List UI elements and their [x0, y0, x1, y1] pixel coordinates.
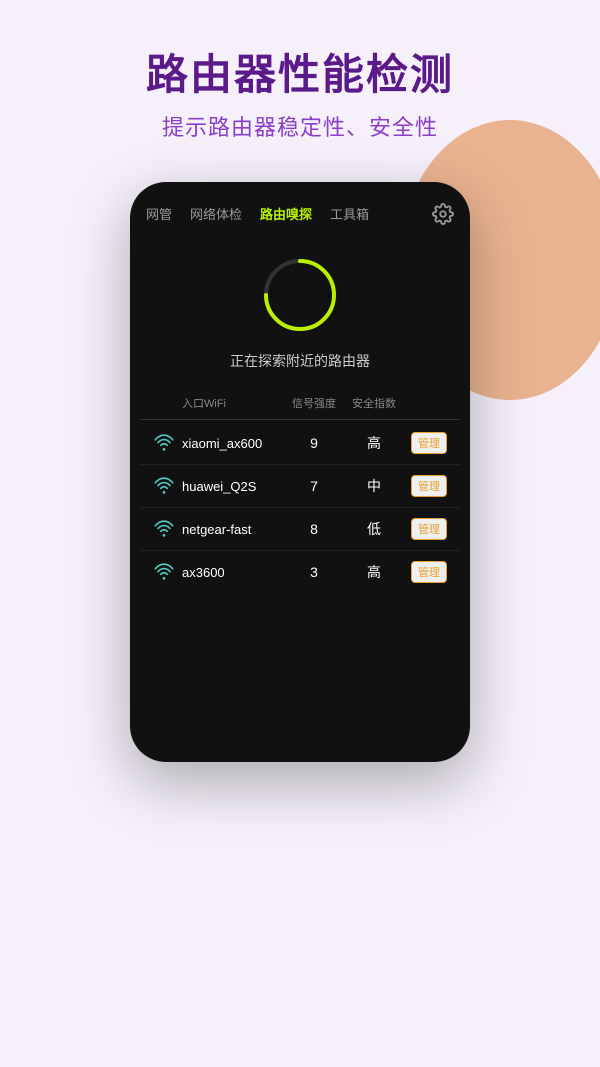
cell-ssid-3: ax3600: [182, 565, 284, 580]
wifi-icon: [153, 434, 175, 452]
cell-ssid-2: netgear-fast: [182, 522, 284, 537]
wifi-icon-wrap: [146, 434, 182, 452]
nav-item-wanguan[interactable]: 网管: [142, 202, 176, 225]
nav-item-gongjuxiang[interactable]: 工具箱: [326, 202, 373, 225]
table-row: xiaomi_ax600 9 高 管理: [140, 422, 460, 465]
main-title: 路由器性能检测: [146, 50, 454, 100]
circle-loader: [260, 255, 340, 335]
nav-item-luyou[interactable]: 路由嗅探: [256, 202, 316, 225]
cell-security-3: 高: [344, 562, 404, 582]
table-row: netgear-fast 8 低 管理: [140, 508, 460, 551]
header-ssid: 入口WiFi: [182, 395, 284, 411]
settings-icon[interactable]: [432, 203, 454, 225]
nav-items: 网管 网络体检 路由嗅探 工具箱: [142, 202, 373, 225]
cell-ssid-0: xiaomi_ax600: [182, 436, 284, 451]
wifi-icon: [153, 477, 175, 495]
cell-action-3: 管理: [404, 561, 454, 583]
manage-button-0[interactable]: 管理: [411, 432, 447, 454]
loading-area: 正在探索附近的路由器: [130, 255, 470, 371]
phone-mockup: 网管 网络体检 路由嗅探 工具箱 正在探索附近的路由器: [130, 182, 470, 762]
manage-button-1[interactable]: 管理: [411, 475, 447, 497]
cell-signal-3: 3: [284, 564, 344, 580]
cell-action-2: 管理: [404, 518, 454, 540]
nav-bar: 网管 网络体检 路由嗅探 工具箱: [130, 202, 470, 225]
cell-signal-0: 9: [284, 435, 344, 451]
cell-signal-2: 8: [284, 521, 344, 537]
header-icon-col: [146, 395, 182, 411]
cell-action-0: 管理: [404, 432, 454, 454]
wifi-icon-wrap: [146, 563, 182, 581]
page-content: 路由器性能检测 提示路由器稳定性、安全性 网管 网络体检 路由嗅探 工具箱: [0, 0, 600, 762]
cell-signal-1: 7: [284, 478, 344, 494]
header-security: 安全指数: [344, 395, 404, 411]
table-row: huawei_Q2S 7 中 管理: [140, 465, 460, 508]
manage-button-2[interactable]: 管理: [411, 518, 447, 540]
loading-text: 正在探索附近的路由器: [230, 351, 370, 371]
wifi-icon-wrap: [146, 477, 182, 495]
wifi-icon: [153, 520, 175, 538]
cell-security-2: 低: [344, 519, 404, 539]
header-signal: 信号强度: [284, 395, 344, 411]
wifi-table: 入口WiFi 信号强度 安全指数 xiaomi_ax600 9 高: [130, 395, 470, 593]
wifi-icon-wrap: [146, 520, 182, 538]
cell-security-0: 高: [344, 433, 404, 453]
sub-title: 提示路由器稳定性、安全性: [162, 110, 438, 142]
progress-ring: [260, 255, 340, 335]
wifi-icon: [153, 563, 175, 581]
table-row: ax3600 3 高 管理: [140, 551, 460, 593]
cell-security-1: 中: [344, 476, 404, 496]
table-header: 入口WiFi 信号强度 安全指数: [140, 395, 460, 420]
nav-item-tianjian[interactable]: 网络体检: [186, 202, 246, 225]
header-action: [404, 395, 454, 411]
cell-action-1: 管理: [404, 475, 454, 497]
manage-button-3[interactable]: 管理: [411, 561, 447, 583]
cell-ssid-1: huawei_Q2S: [182, 479, 284, 494]
